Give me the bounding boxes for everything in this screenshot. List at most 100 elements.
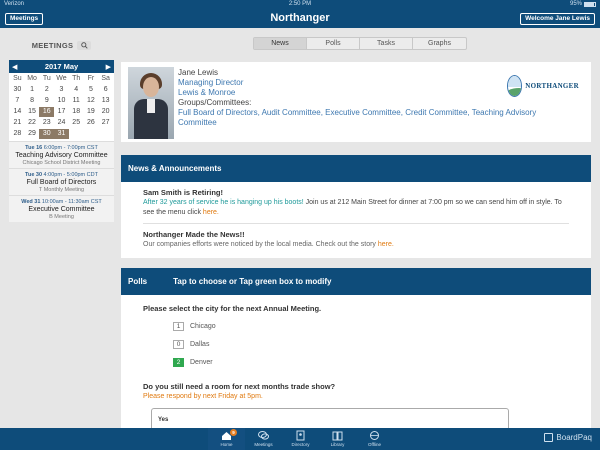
content-tabs: News Polls Tasks Graphs [253,37,467,50]
top-bar: Meetings Northanger Welcome Jane Lewis [0,9,600,28]
calendar-day[interactable]: 7 [10,96,25,106]
meeting-list-item[interactable]: Tue 30 4:00pm - 5:00pm CDT Full Board of … [9,168,114,195]
calendar-day[interactable]: 25 [69,118,84,128]
calendar-day[interactable]: 28 [10,129,25,139]
profile-card: Jane Lewis Managing Director Lewis & Mon… [121,62,591,142]
calendar-month: 2017 May [44,62,79,71]
calendar-day[interactable]: 24 [54,118,69,128]
poll-option-label: Denver [190,359,213,366]
nav-label: Offline [368,442,381,447]
offline-icon [369,430,380,441]
calendar-day[interactable]: 10 [54,96,69,106]
calendar-day[interactable]: 5 [84,85,99,95]
meeting-list-item[interactable]: Tue 16 6:00pm - 7:00pm CST Teaching Advis… [9,141,114,168]
poll-option-label: Dallas [190,341,210,348]
calendar-day[interactable]: 1 [25,85,40,95]
calendar-day[interactable]: 12 [84,96,99,106]
news-heading: News & Announcements [121,155,591,182]
nav-label: Library [330,442,345,447]
nav-directory[interactable]: Directory [282,428,319,450]
poll-option[interactable]: 2 Denver [173,358,591,367]
battery-percent: 95% [569,1,582,7]
nav-home[interactable]: 9 Home [208,428,245,450]
poll-question: Please select the city for the next Annu… [143,304,322,313]
brand-mark: BoardPaq [544,433,592,442]
meeting-list-item[interactable]: Wed 31 10:00am - 11:30am CST Executive Co… [9,195,114,222]
search-icon [81,41,88,49]
prev-month-icon[interactable]: ◀ [12,63,17,71]
calendar-day[interactable]: 13 [98,96,113,106]
meetings-heading: MEETINGS [31,40,74,50]
news-link[interactable]: here. [203,209,219,216]
weekday-label: We [56,75,67,82]
calendar-day[interactable]: 14 [10,107,25,117]
calendar-day[interactable]: 19 [84,107,99,117]
calendar-day[interactable]: 15 [25,107,40,117]
poll-vote-count[interactable]: 2 [173,358,184,367]
tab-polls[interactable]: Polls [307,38,360,49]
poll-answer-option[interactable]: Yes [151,408,509,428]
calendar-day[interactable]: 21 [10,118,25,128]
next-month-icon[interactable]: ▶ [106,63,111,71]
meeting-subtitle: Chicago School District Meeting [22,160,101,166]
news-body: After 32 years of service he is hanging … [143,198,569,218]
calendar-day[interactable]: 26 [84,118,99,128]
meetings-header: MEETINGS [9,38,114,52]
search-button[interactable] [77,40,92,50]
calendar-day[interactable]: 22 [25,118,40,128]
news-link[interactable]: here. [378,241,394,248]
nav-label: Home [220,442,233,447]
poll-vote-count[interactable]: 1 [173,322,184,331]
meeting-subtitle: T Monthly Meeting [38,187,85,193]
calendar-day[interactable]: 2 [39,85,54,95]
nav-meetings[interactable]: Meetings [245,428,282,450]
calendar-day[interactable]: 4 [69,85,84,95]
tab-graphs[interactable]: Graphs [413,38,466,49]
poll-vote-count[interactable]: 0 [173,340,184,349]
battery-icon [584,2,596,7]
poll-options: 1 Chicago 0 Dallas 2 Denver [121,313,591,367]
calendar-day[interactable]: 29 [25,129,40,139]
poll-option[interactable]: 1 Chicago [173,322,591,331]
directory-icon [295,430,306,441]
calendar-day[interactable]: 20 [98,107,113,117]
news-highlight: After 32 years of service he is hanging … [143,199,304,206]
clock: 2:50 PM [288,1,312,7]
boardpaq-logo-icon [544,433,554,442]
weekday-label: Su [13,75,22,82]
meeting-name: Executive Committee [28,206,95,213]
calendar-day[interactable]: 9 [39,96,54,106]
calendar-day[interactable]: 11 [69,96,84,106]
calendar-day[interactable]: 23 [39,118,54,128]
nav-label: Directory [291,442,310,447]
nav-library[interactable]: Library [319,428,356,450]
tab-tasks[interactable]: Tasks [360,38,413,49]
nav-offline[interactable]: Offline [356,428,393,450]
calendar-day[interactable]: 17 [54,107,69,117]
meeting-name: Teaching Advisory Committee [15,152,108,159]
calendar-day[interactable]: 8 [25,96,40,106]
calendar-day[interactable]: 18 [69,107,84,117]
poll-option[interactable]: 0 Dallas [173,340,591,349]
polls-instruction: Tap to choose or Tap green box to modify [173,277,332,286]
upcoming-meetings-list: Tue 16 6:00pm - 7:00pm CST Teaching Advis… [9,141,114,222]
meetings-button[interactable]: Meetings [5,13,44,25]
weekday-label: Sa [101,75,110,82]
profile-photo [128,67,174,139]
weekday-label: Fr [87,75,95,82]
calendar-day[interactable]: 3 [54,85,69,95]
welcome-user-button[interactable]: Welcome Jane Lewis [520,13,595,25]
brand-name: BoardPaq [556,433,592,442]
answer-label: Yes [158,417,169,423]
calendar-day-meeting[interactable]: 30 [39,129,55,139]
calendar-day[interactable]: 30 [10,85,25,95]
logo-emblem-icon [507,75,523,97]
news-title: Northanger Made the News!! [143,230,245,239]
bottom-nav-bar: 9 Home Meetings Directory Library Offline Boa… [0,428,600,450]
tab-news[interactable]: News [254,38,307,49]
calendar-day[interactable]: 27 [98,118,113,128]
calendar-day-meeting[interactable]: 31 [54,129,69,139]
calendar-day[interactable]: 6 [98,85,113,95]
calendar-day-meeting[interactable]: 16 [39,107,55,117]
polls-heading: Polls [128,277,148,286]
